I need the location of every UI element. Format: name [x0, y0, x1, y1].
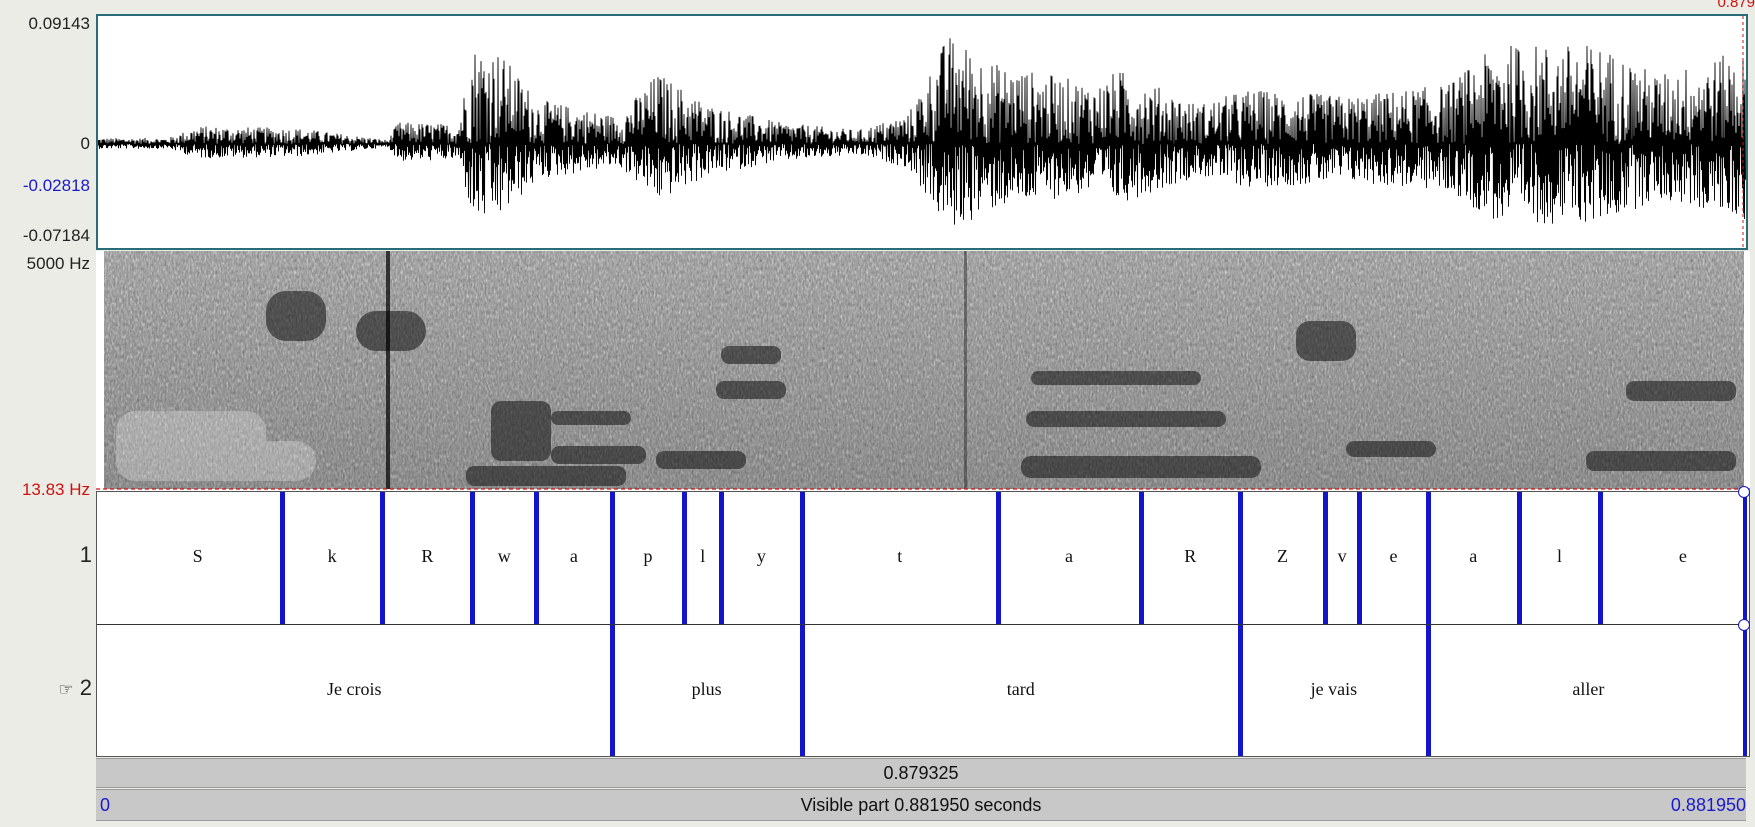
- tier-1-boundary[interactable]: [1516, 492, 1522, 624]
- tier-2-number[interactable]: ☞ 2: [0, 675, 92, 701]
- tier-1-segment-label[interactable]: p: [643, 546, 652, 567]
- tier-2-segment-label[interactable]: Je crois: [327, 679, 381, 700]
- tier-1-segment-label[interactable]: Z: [1277, 546, 1288, 567]
- visible-part-bar[interactable]: 0 Visible part 0.881950 seconds 0.881950: [96, 789, 1746, 821]
- tier-2-boundary[interactable]: [1425, 625, 1431, 756]
- tier-1-segment-label[interactable]: a: [1469, 546, 1477, 567]
- tier-1-end-circle-icon: [1738, 486, 1750, 498]
- tier-2-end-circle-icon: [1738, 619, 1750, 631]
- tier-1-number[interactable]: 1: [0, 542, 92, 568]
- tier-2-boundary-extension: [609, 492, 615, 624]
- tier-1-segment-label[interactable]: l: [700, 546, 705, 567]
- tier-2-boundary-extension: [1238, 492, 1244, 624]
- tier-1-segment-label[interactable]: S: [193, 546, 203, 567]
- tier-2-intervals[interactable]: Je crois plus tard je vais aller: [97, 625, 1749, 756]
- tier-2-segment-label[interactable]: plus: [692, 679, 722, 700]
- tier-1-segment-label[interactable]: R: [421, 546, 433, 567]
- tier-2-number-label: 2: [79, 675, 92, 700]
- pointing-hand-icon: ☞: [58, 680, 74, 699]
- tier-1-segment-label[interactable]: R: [1184, 546, 1196, 567]
- waveform-trace: [98, 16, 1746, 248]
- cursor-time-label: 0.879325: [883, 763, 959, 783]
- tier-1-boundary[interactable]: [534, 492, 540, 624]
- tier-1-boundary[interactable]: [470, 492, 476, 624]
- tier-1-intervals[interactable]: Sk Rw a p l y t a R Zv e a l e: [97, 492, 1749, 624]
- waveform-path: [98, 38, 1746, 225]
- tier-1-segment-label[interactable]: a: [1065, 546, 1073, 567]
- cursor-time-bar[interactable]: 0.879325: [96, 758, 1746, 788]
- visible-part-label: Visible part 0.881950 seconds: [800, 795, 1042, 815]
- tier-1-boundary[interactable]: [719, 492, 725, 624]
- tier-1-segment-label[interactable]: t: [897, 546, 902, 567]
- textgrid-panel[interactable]: Sk Rw a p l y t a R Zv e a l e Je crois plus tard je vai…: [96, 486, 1750, 757]
- tier-1-boundary[interactable]: [1138, 492, 1144, 624]
- tier-1-boundary[interactable]: [380, 492, 386, 624]
- tier-1-boundary[interactable]: [279, 492, 285, 624]
- tier-2-boundary-extension: [799, 492, 805, 624]
- tier-1-segment-label[interactable]: l: [1557, 546, 1562, 567]
- tier-1-segment-label[interactable]: e: [1679, 546, 1687, 567]
- tier-2-segment-label[interactable]: je vais: [1311, 679, 1358, 700]
- spectrogram-min-label: 13.83 Hz: [21, 480, 90, 499]
- waveform-top-right-value: 0.879: [1717, 0, 1755, 11]
- tier-1-boundary[interactable]: [1357, 492, 1363, 624]
- spectrogram-max-label: 5000 Hz: [26, 254, 90, 273]
- tier-1-number-label: 1: [79, 542, 92, 567]
- waveform-panel[interactable]: [96, 14, 1748, 250]
- tier-2-segment-label[interactable]: tard: [1007, 679, 1035, 700]
- spectrogram-panel[interactable]: [96, 251, 1750, 491]
- tier-1-segment-label[interactable]: a: [570, 546, 578, 567]
- waveform-cursor-label: -0.02818: [22, 176, 90, 195]
- tier-2-boundary[interactable]: [609, 625, 615, 756]
- visible-end-label: 0.881950: [1670, 795, 1746, 815]
- waveform-min-label: -0.07184: [22, 226, 90, 245]
- tier-1-boundary[interactable]: [995, 492, 1001, 624]
- tier-1-boundary[interactable]: [1323, 492, 1329, 624]
- tier-1-segment-label[interactable]: v: [1338, 546, 1347, 567]
- tier-1-segment-label[interactable]: k: [328, 546, 337, 567]
- waveform-max-label: 0.09143: [28, 14, 90, 33]
- tier-1-segment-label[interactable]: y: [757, 546, 766, 567]
- tier-2-segment-label[interactable]: aller: [1572, 679, 1604, 700]
- tier-1-boundary[interactable]: [682, 492, 688, 624]
- tier-1-segment-label[interactable]: e: [1389, 546, 1397, 567]
- visible-start-label: 0: [100, 795, 111, 815]
- tier-2-boundary[interactable]: [1238, 625, 1244, 756]
- tier-2-boundary-extension: [1425, 492, 1431, 624]
- tier-2-boundary[interactable]: [799, 625, 805, 756]
- spectrogram-image: [96, 251, 1750, 490]
- tier-1-boundary[interactable]: [1598, 492, 1604, 624]
- tier-1-segment-label[interactable]: w: [498, 546, 511, 567]
- waveform-zero-label: 0: [80, 134, 90, 153]
